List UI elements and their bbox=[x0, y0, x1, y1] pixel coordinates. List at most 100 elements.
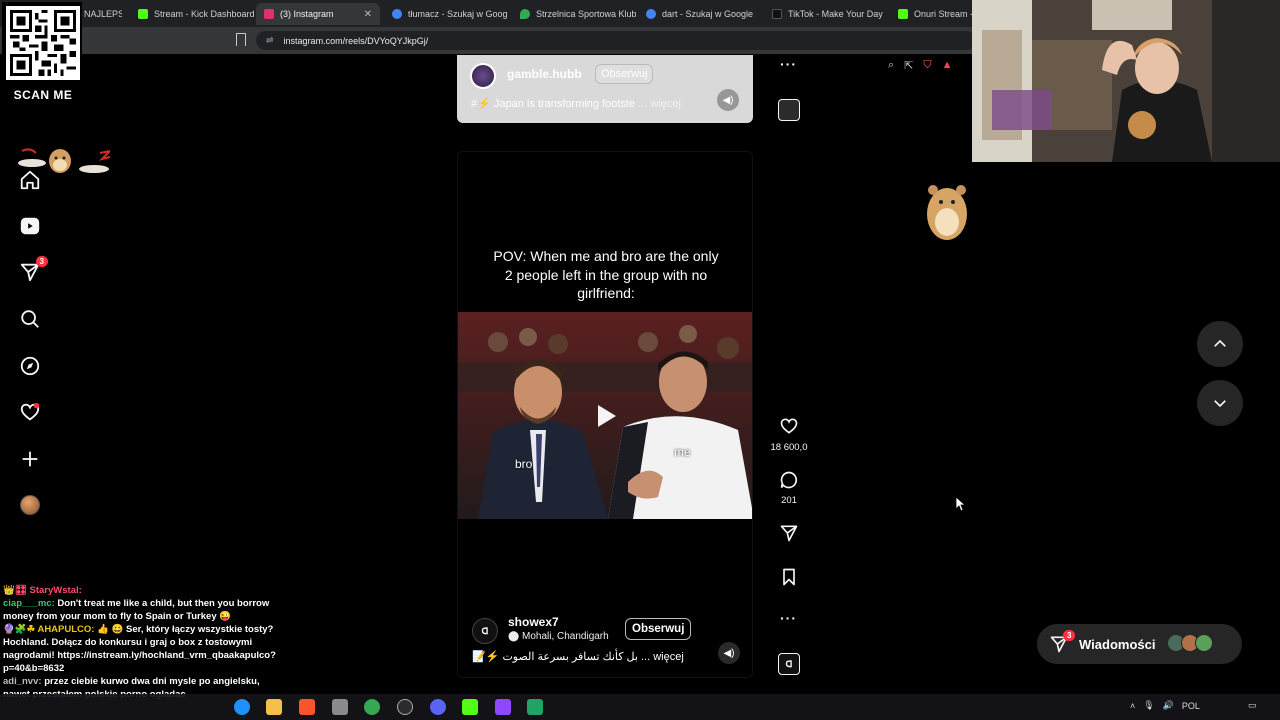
speaker-icon: ◀) bbox=[722, 94, 734, 106]
reel-location[interactable]: ⬤ Mohali, Chandigarh bbox=[508, 631, 609, 642]
previous-reel-button[interactable] bbox=[1197, 321, 1243, 367]
google-icon bbox=[392, 9, 402, 19]
edge-icon[interactable] bbox=[234, 699, 250, 715]
webcam-overlay bbox=[972, 0, 1280, 162]
reel-previous[interactable]: gamble.hubb Obserwuj #⚡ Japan is transfo… bbox=[457, 55, 753, 123]
reel-prev-username[interactable]: gamble.hubb bbox=[507, 67, 582, 81]
reel-mute-button[interactable]: ◀) bbox=[718, 642, 740, 664]
send-icon bbox=[780, 525, 798, 542]
nav-messages[interactable]: 3 bbox=[18, 256, 48, 284]
reel-caption: 📝⚡ بل كأنك تسافر بسرعة الصوت ... więcej bbox=[472, 651, 684, 663]
heart-icon bbox=[780, 418, 798, 434]
chrome-icon[interactable] bbox=[364, 699, 380, 715]
file-explorer-icon[interactable] bbox=[266, 699, 282, 715]
bookmark-icon[interactable] bbox=[236, 33, 246, 46]
nav-explore[interactable] bbox=[18, 354, 42, 378]
nav-search[interactable] bbox=[18, 307, 42, 331]
toolbar-icons: ⌕ ⇱ ⛉ ▲ bbox=[888, 59, 953, 72]
chat-message: 🔮🧩☘ AHAPULCO: 👍 😀 Ser, który łączy wszys… bbox=[0, 623, 280, 675]
reel-more-link[interactable]: ... więcej bbox=[641, 651, 684, 663]
tab-onuri-stream[interactable]: Onuri Stream - W bbox=[890, 3, 980, 25]
discord-icon[interactable] bbox=[430, 699, 446, 715]
volume-icon[interactable]: 🔊 bbox=[1163, 700, 1174, 711]
reel-prev-more-link[interactable]: ... więcej bbox=[638, 98, 681, 110]
messages-badge: 3 bbox=[1063, 630, 1076, 641]
qr-code bbox=[6, 6, 80, 80]
prev-audio-thumbnail[interactable] bbox=[778, 99, 800, 121]
video-label-bro: bro bbox=[515, 457, 533, 471]
brave-shield-icon[interactable]: ⛉ bbox=[923, 59, 931, 72]
share-button[interactable] bbox=[778, 522, 800, 544]
reel-current[interactable]: POV: When me and bro are the only 2 peop… bbox=[457, 151, 753, 678]
app-icon[interactable] bbox=[495, 699, 511, 715]
tab-tlumacz[interactable]: tłumacz - Szukaj w Google bbox=[384, 3, 508, 25]
hamster-sticker-right bbox=[915, 176, 975, 244]
nav-notifications[interactable] bbox=[18, 400, 42, 424]
nav-profile[interactable] bbox=[18, 493, 42, 517]
profile-avatar bbox=[20, 495, 40, 515]
system-tray: ˄ 🎙 🔊 POL ▭ bbox=[1130, 700, 1256, 711]
tab-strzelnica[interactable]: Strzelnica Sportowa Klub S bbox=[512, 3, 636, 25]
brave-icon[interactable] bbox=[299, 699, 315, 715]
heart-icon bbox=[20, 402, 40, 421]
like-count: 18 600,0 bbox=[770, 442, 808, 453]
brave-rewards-icon[interactable]: ▲ bbox=[942, 59, 953, 72]
notifications-badge: 3 bbox=[35, 256, 48, 267]
obs-icon[interactable] bbox=[397, 699, 413, 715]
tab-dart[interactable]: dart - Szukaj w Google bbox=[638, 3, 762, 25]
stream-chat: 👑🎛 StaryWstal: ciap___mc: Don't treat me… bbox=[0, 584, 280, 701]
site-info-icon[interactable]: ⇌ bbox=[266, 35, 274, 46]
comment-button[interactable] bbox=[778, 469, 800, 491]
nav-create[interactable] bbox=[18, 447, 42, 471]
reel-follow-button[interactable]: Obserwuj bbox=[625, 618, 692, 640]
zoom-icon[interactable]: ⌕ bbox=[888, 59, 894, 72]
tab-close-icon[interactable]: ✕ bbox=[364, 9, 372, 20]
kick-icon[interactable] bbox=[462, 699, 478, 715]
url-field[interactable]: ⇌ instagram.com/reels/DVYoQYJkpGj/ bbox=[256, 31, 976, 50]
screen: NAJLEPSZ Stream - Kick Dashboard (3) Ins… bbox=[0, 0, 1280, 720]
chat-username: adi_nvv: bbox=[3, 676, 42, 687]
qr-overlay: SCAN ME bbox=[2, 2, 82, 106]
save-button[interactable] bbox=[778, 566, 800, 588]
chat-username: ciap___mc: bbox=[3, 598, 55, 609]
chevron-up-icon bbox=[1214, 339, 1226, 347]
like-button[interactable] bbox=[778, 415, 800, 437]
messages-avatars bbox=[1167, 634, 1213, 652]
reels-icon bbox=[20, 217, 40, 235]
reel-prev-caption: #⚡ Japan is transforming footste ... wię… bbox=[471, 98, 681, 110]
chat-username: 👑🎛 StaryWstal: bbox=[3, 585, 82, 596]
url-text: instagram.com/reels/DVYoQYJkpGj/ bbox=[283, 35, 429, 46]
tab-kick-dashboard[interactable]: Stream - Kick Dashboard bbox=[130, 3, 254, 25]
prev-more-options-icon[interactable]: ··· bbox=[780, 56, 797, 72]
reel-prev-avatar[interactable] bbox=[470, 63, 496, 89]
app-icon[interactable] bbox=[527, 699, 543, 715]
reel-author-username[interactable]: showex7 bbox=[508, 615, 559, 629]
microphone-icon[interactable]: 🎙 bbox=[1143, 700, 1154, 711]
tray-chevron-icon[interactable]: ˄ bbox=[1130, 701, 1135, 711]
chat-message: ciap___mc: Don't treat me like a child, … bbox=[0, 597, 280, 623]
share-icon[interactable]: ⇱ bbox=[904, 59, 913, 72]
reel-overlay-title: POV: When me and bro are the only 2 peop… bbox=[493, 248, 719, 301]
maps-pin-icon bbox=[520, 9, 530, 19]
app-icon[interactable] bbox=[332, 699, 348, 715]
nav-home[interactable] bbox=[18, 168, 42, 192]
notifications-icon[interactable]: ▭ bbox=[1248, 700, 1257, 711]
nav-reels[interactable] bbox=[18, 214, 42, 238]
more-options-icon[interactable]: ··· bbox=[780, 610, 797, 626]
audio-thumbnail[interactable]: ᗡ bbox=[778, 653, 800, 675]
reel-actions: ··· 18 600,0 201 ··· ᗡ bbox=[760, 0, 818, 720]
windows-taskbar: ˄ 🎙 🔊 POL ▭ bbox=[0, 694, 1280, 720]
bookmark-icon bbox=[783, 568, 795, 586]
play-icon[interactable] bbox=[598, 405, 616, 427]
reel-prev-follow-button[interactable]: Obserwuj bbox=[595, 64, 654, 84]
next-reel-button[interactable] bbox=[1197, 380, 1243, 426]
reel-prev-mute-button[interactable]: ◀) bbox=[717, 89, 739, 111]
tab-instagram[interactable]: (3) Instagram ✕ bbox=[256, 3, 380, 25]
speaker-icon: ◀) bbox=[723, 647, 735, 659]
plus-icon bbox=[22, 451, 38, 467]
language-indicator[interactable]: POL bbox=[1182, 701, 1200, 711]
messages-button[interactable]: 3 Wiadomości bbox=[1037, 624, 1242, 664]
reel-author-avatar[interactable]: ᗡ bbox=[472, 618, 498, 644]
chevron-down-icon bbox=[1214, 400, 1226, 408]
comment-icon bbox=[780, 471, 798, 489]
